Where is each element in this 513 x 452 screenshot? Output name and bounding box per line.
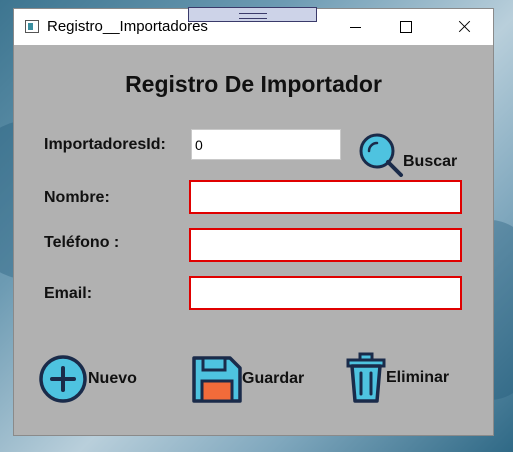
- window-drag-handle[interactable]: [188, 7, 317, 22]
- guardar-label: Guardar: [242, 370, 305, 387]
- email-input[interactable]: [189, 276, 462, 310]
- form-heading: Registro De Importador: [125, 71, 382, 97]
- guardar-button[interactable]: Guardar: [190, 353, 304, 405]
- eliminar-button[interactable]: Eliminar: [344, 351, 449, 405]
- trash-can-icon: [346, 352, 386, 403]
- close-button[interactable]: [441, 9, 487, 45]
- maximize-button[interactable]: [382, 9, 428, 45]
- grip-lines: [239, 13, 267, 19]
- nuevo-button[interactable]: Nuevo: [38, 353, 137, 405]
- buscar-label: Buscar: [403, 153, 458, 170]
- window-title: Registro__Importadores: [47, 18, 208, 35]
- add-circle-icon: [39, 355, 87, 403]
- importador-id-input[interactable]: [191, 129, 341, 160]
- app-window: Registro__Importadores Registro De Impor…: [13, 8, 494, 436]
- telefono-label: Teléfono :: [44, 234, 120, 251]
- nuevo-label: Nuevo: [88, 370, 137, 387]
- email-label: Email:: [44, 285, 93, 302]
- telefono-input[interactable]: [189, 228, 462, 262]
- minimize-button[interactable]: [332, 9, 378, 45]
- eliminar-label: Eliminar: [386, 369, 450, 386]
- app-icon: [25, 20, 39, 33]
- nombre-input[interactable]: [189, 180, 462, 214]
- search-icon: [359, 133, 403, 177]
- buscar-button[interactable]: Buscar: [357, 131, 457, 177]
- floppy-disk-icon: [192, 356, 242, 403]
- importador-id-label: ImportadoresId:: [44, 136, 166, 153]
- nombre-label: Nombre:: [44, 189, 110, 206]
